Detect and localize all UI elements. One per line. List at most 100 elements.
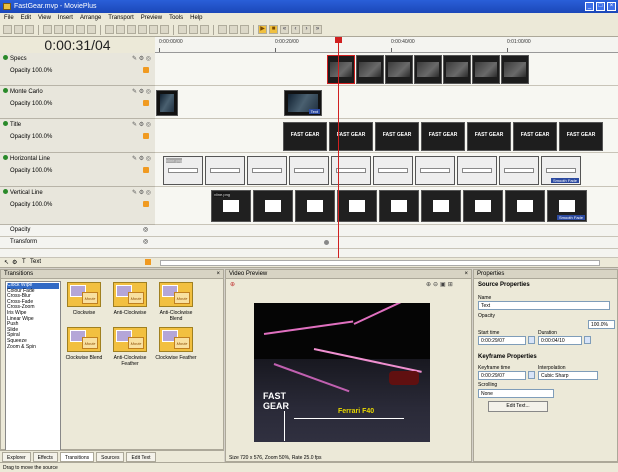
clip[interactable] bbox=[247, 156, 287, 185]
save-icon[interactable] bbox=[25, 25, 34, 34]
clip[interactable] bbox=[356, 55, 384, 84]
lock-icon[interactable] bbox=[143, 67, 149, 73]
timeline-ruler[interactable]: 0:00:00/00 0:00:20/00 0:00:40/00 0:01:00… bbox=[155, 37, 618, 53]
zoom-tools-icon[interactable]: ⊕⊖▣⊞ bbox=[426, 281, 455, 288]
track-tools-icon[interactable]: ✎ ⚙ ◎ bbox=[132, 189, 151, 196]
visibility-icon[interactable] bbox=[3, 88, 8, 93]
clip[interactable] bbox=[289, 156, 329, 185]
title-clip[interactable]: FAST GEAR bbox=[467, 122, 511, 151]
transform-row[interactable]: Transform ◎ bbox=[0, 237, 618, 249]
interpolation-select[interactable]: Cubic Sharp bbox=[538, 371, 598, 380]
lock-icon[interactable] bbox=[145, 259, 151, 265]
clip[interactable] bbox=[385, 55, 413, 84]
duration-spinner[interactable] bbox=[584, 336, 591, 344]
lock-icon[interactable] bbox=[143, 201, 149, 207]
transition-thumbnail-anti-clockwise[interactable]: Movie bbox=[113, 282, 147, 307]
clip[interactable]: hline.png bbox=[163, 156, 203, 185]
step-back-icon[interactable]: ‹ bbox=[291, 25, 300, 34]
transition-thumbnail-clockwise[interactable]: Movie bbox=[67, 282, 101, 307]
transition-thumbnail-anti-clockwise-feather[interactable]: Movie bbox=[113, 327, 147, 352]
track-lane-specs[interactable] bbox=[155, 53, 618, 86]
visibility-icon[interactable] bbox=[3, 155, 8, 160]
preview-tool-icon[interactable]: ⊕ bbox=[230, 281, 235, 288]
clip[interactable]: vline.png bbox=[211, 190, 251, 222]
track-header-vertical-line[interactable]: Vertical Line ✎ ⚙ ◎ Opacity 100.0% bbox=[0, 187, 155, 225]
lock-icon[interactable] bbox=[143, 133, 149, 139]
clip[interactable] bbox=[337, 190, 377, 222]
track-header-title[interactable]: Title ✎ ⚙ ◎ Opacity 100.0% bbox=[0, 119, 155, 153]
clip[interactable] bbox=[443, 55, 471, 84]
tab-transitions[interactable]: Transitions bbox=[59, 451, 95, 462]
keyframe-marker[interactable] bbox=[324, 240, 329, 245]
undo-icon[interactable] bbox=[76, 25, 85, 34]
clip[interactable] bbox=[472, 55, 500, 84]
stop-icon[interactable]: ■ bbox=[269, 25, 278, 34]
clip[interactable] bbox=[373, 156, 413, 185]
step-forward-icon[interactable]: › bbox=[302, 25, 311, 34]
close-icon[interactable]: × bbox=[464, 270, 468, 279]
title-clip[interactable]: FAST GEAR bbox=[513, 122, 557, 151]
close-icon[interactable]: × bbox=[216, 270, 220, 279]
minimize-button[interactable]: _ bbox=[585, 2, 594, 11]
tab-edit-text[interactable]: Edit Text bbox=[126, 451, 156, 462]
clip[interactable] bbox=[463, 190, 503, 222]
track-lane-monte-carlo[interactable]: Text bbox=[155, 86, 618, 119]
marker-out-icon[interactable] bbox=[229, 25, 238, 34]
visibility-icon[interactable] bbox=[3, 55, 8, 60]
playhead[interactable] bbox=[338, 37, 339, 258]
track-tools-icon[interactable]: ✎ ⚙ ◎ bbox=[132, 55, 151, 62]
title-clip[interactable]: FAST GEAR bbox=[283, 122, 327, 151]
video-preview-frame[interactable]: FAST GEAR Ferrari F40 bbox=[254, 303, 430, 442]
tab-sources[interactable]: Sources bbox=[96, 451, 125, 462]
duration-field[interactable]: 0:00:04/10 bbox=[538, 336, 582, 345]
snap-icon[interactable] bbox=[138, 25, 147, 34]
clip[interactable] bbox=[421, 190, 461, 222]
marker-in-icon[interactable] bbox=[218, 25, 227, 34]
transition-thumbnail-anti-clockwise-blend[interactable]: Movie bbox=[159, 282, 193, 307]
zoom-fit-icon[interactable] bbox=[200, 25, 209, 34]
transition-thumbnail-clockwise-blend[interactable]: Movie bbox=[67, 327, 101, 352]
track-tools-icon[interactable]: ✎ ⚙ ◎ bbox=[132, 121, 151, 128]
opacity-row[interactable]: Opacity ◎ bbox=[0, 225, 618, 237]
fast-forward-icon[interactable]: » bbox=[313, 25, 322, 34]
playhead-handle[interactable] bbox=[335, 37, 342, 43]
eye-icon[interactable]: ◎ bbox=[143, 238, 148, 245]
tab-explorer[interactable]: Explorer bbox=[2, 451, 31, 462]
link-icon[interactable] bbox=[127, 25, 136, 34]
track-header-horizontal-line[interactable]: Horizontal Line ✎ ⚙ ◎ Opacity 100.0% bbox=[0, 153, 155, 187]
maximize-button[interactable]: □ bbox=[596, 2, 605, 11]
clip[interactable] bbox=[295, 190, 335, 222]
title-clip[interactable]: FAST GEAR bbox=[329, 122, 373, 151]
transition-category-list[interactable]: Clock Wipe Colour Fade Cross-Blur Cross-… bbox=[5, 281, 61, 456]
clip[interactable]: Smooth Fade bbox=[547, 190, 587, 222]
clip[interactable] bbox=[501, 55, 529, 84]
tab-effects[interactable]: Effects bbox=[32, 451, 58, 462]
title-clip[interactable]: FAST GEAR bbox=[375, 122, 419, 151]
clip[interactable] bbox=[415, 156, 455, 185]
menu-arrange[interactable]: Arrange bbox=[80, 13, 101, 23]
redo-icon[interactable] bbox=[87, 25, 96, 34]
menu-file[interactable]: File bbox=[4, 13, 14, 23]
open-icon[interactable] bbox=[14, 25, 23, 34]
menu-help[interactable]: Help bbox=[190, 13, 202, 23]
new-icon[interactable] bbox=[3, 25, 12, 34]
split-icon[interactable] bbox=[116, 25, 125, 34]
title-clip[interactable]: FAST GEAR bbox=[559, 122, 603, 151]
track-tools-icon[interactable]: ✎ ⚙ ◎ bbox=[132, 88, 151, 95]
track-lane-vertical-line[interactable]: vline.png Smooth Fade bbox=[155, 187, 618, 225]
track-header-specs[interactable]: Specs ✎ ⚙ ◎ Opacity 100.0% bbox=[0, 53, 155, 86]
menu-edit[interactable]: Edit bbox=[21, 13, 31, 23]
track-header-monte-carlo[interactable]: Monte Carlo ✎ ⚙ ◎ Opacity 100.0% bbox=[0, 86, 155, 119]
loop-icon[interactable] bbox=[240, 25, 249, 34]
start-time-field[interactable]: 0:00:29/07 bbox=[478, 336, 526, 345]
close-button[interactable]: × bbox=[607, 2, 616, 11]
clip[interactable] bbox=[505, 190, 545, 222]
keyframe-time-spinner[interactable] bbox=[528, 371, 535, 379]
play-icon[interactable]: ▶ bbox=[258, 25, 267, 34]
menu-insert[interactable]: Insert bbox=[58, 13, 73, 23]
menu-preview[interactable]: Preview bbox=[141, 13, 162, 23]
keyframe-time-field[interactable]: 0:00:29/07 bbox=[478, 371, 526, 380]
clip[interactable] bbox=[327, 55, 355, 84]
zoom-out-icon[interactable] bbox=[189, 25, 198, 34]
effects-icon[interactable] bbox=[160, 25, 169, 34]
